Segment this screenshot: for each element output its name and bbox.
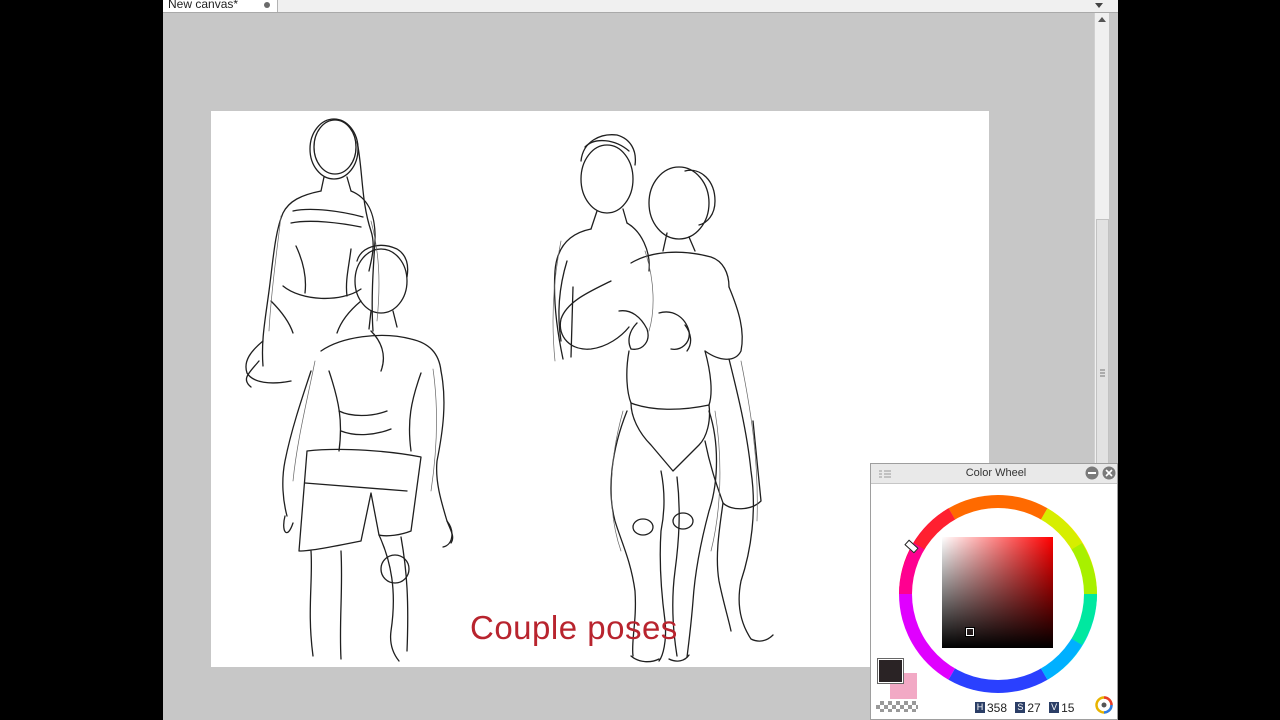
- value-label: V: [1049, 702, 1060, 714]
- scrollbar-grip-icon: [1100, 369, 1105, 377]
- scroll-up-arrow-icon[interactable]: [1097, 15, 1107, 25]
- tab-list-dropdown-icon[interactable]: [1094, 0, 1104, 12]
- hue-label: H: [975, 702, 985, 714]
- color-wheel-panel-header[interactable]: Color Wheel: [871, 464, 1117, 484]
- saturation-label: S: [1015, 702, 1026, 714]
- saturation-value-square[interactable]: [942, 537, 1053, 648]
- color-wheel-panel[interactable]: Color Wheel H 358 S 27 V 15: [870, 463, 1118, 720]
- document-tab-title: New canvas*: [168, 0, 239, 11]
- document-tab[interactable]: New canvas*: [163, 0, 278, 12]
- color-mode-toggle-icon[interactable]: [1095, 696, 1113, 714]
- sv-picker-cursor[interactable]: [965, 627, 975, 637]
- minimize-icon[interactable]: [1085, 466, 1099, 480]
- document-tab-bar: New canvas*: [163, 0, 1118, 13]
- hsv-readout: H 358 S 27 V 15: [975, 700, 1079, 715]
- value-value[interactable]: 15: [1061, 701, 1074, 715]
- tab-close-dot-icon[interactable]: [264, 2, 270, 8]
- main-color-swatch[interactable]: [877, 658, 904, 684]
- transparent-color-swatch[interactable]: [876, 701, 918, 712]
- color-wheel-panel-title: Color Wheel: [965, 467, 1027, 479]
- close-icon[interactable]: [1102, 466, 1116, 480]
- vertical-scrollbar[interactable]: [1094, 13, 1109, 464]
- scrollbar-thumb[interactable]: [1096, 219, 1109, 464]
- saturation-value[interactable]: 27: [1027, 701, 1040, 715]
- hue-value[interactable]: 358: [987, 701, 1007, 715]
- canvas-caption-text: Couple poses: [470, 609, 678, 646]
